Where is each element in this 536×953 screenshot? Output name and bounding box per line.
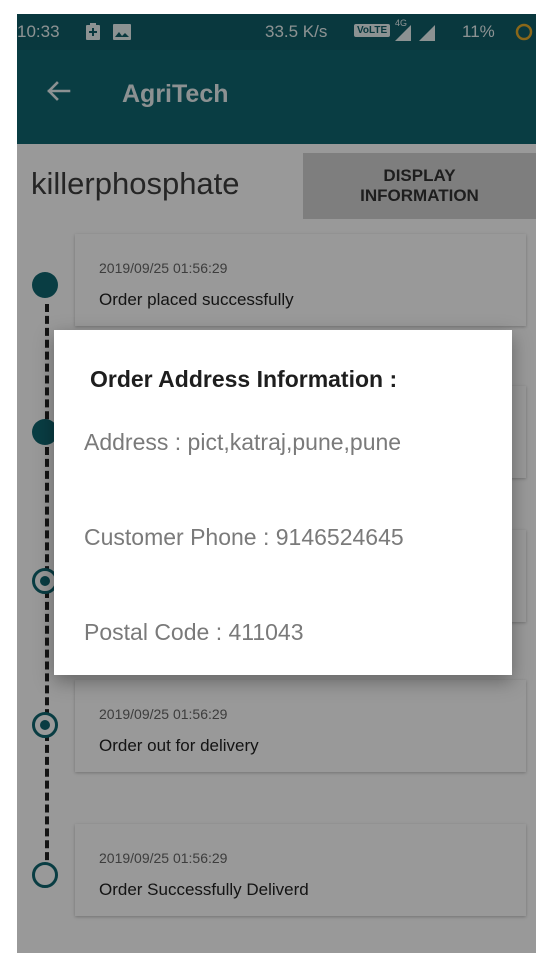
dialog-title: Order Address Information : [90, 366, 398, 392]
order-address-dialog: Order Address Information : Address : pi… [54, 330, 512, 675]
screen: 10:33 33.5 K/s VoLTE 4G 11% AgriTech kil… [17, 14, 536, 953]
address-text: Address : pict,katraj,pune,pune [84, 429, 402, 455]
customer-phone-text: Customer Phone : 9146524645 [84, 524, 404, 550]
postal-code-text: Postal Code : 411043 [84, 619, 304, 645]
